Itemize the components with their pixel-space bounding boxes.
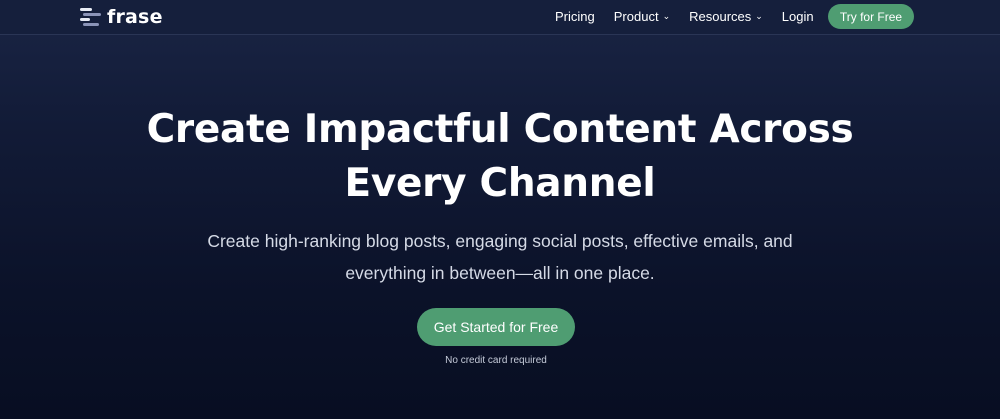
hero-subtitle-line-2: everything in between—all in one place. xyxy=(345,263,655,283)
try-for-free-button[interactable]: Try for Free xyxy=(828,4,914,29)
main-nav: Pricing Product ⌄ Resources ⌄ Login xyxy=(555,0,833,33)
hero-title-line-1: Create Impactful Content Across xyxy=(146,107,854,152)
hero-title-line-2: Every Channel xyxy=(344,161,656,206)
brand-name: frase xyxy=(107,6,163,28)
brand-logo[interactable]: frase xyxy=(80,6,163,28)
hero-subtitle-line-1: Create high-ranking blog posts, engaging… xyxy=(207,231,793,251)
nav-item-label: Product xyxy=(613,9,659,24)
nav-item-label: Login xyxy=(781,9,814,24)
nav-item-resources[interactable]: Resources ⌄ xyxy=(689,9,763,24)
nav-item-label: Resources xyxy=(689,9,752,24)
frase-logo-icon xyxy=(80,7,101,27)
top-navbar: frase Pricing Product ⌄ Resources ⌄ Logi… xyxy=(0,0,1000,35)
chevron-down-icon: ⌄ xyxy=(662,11,671,21)
hero-title: Create Impactful Content Across Every Ch… xyxy=(0,103,1000,211)
no-credit-card-note: No credit card required xyxy=(445,355,547,366)
nav-item-product[interactable]: Product ⌄ xyxy=(614,9,670,24)
chevron-down-icon: ⌄ xyxy=(755,11,763,21)
nav-item-pricing[interactable]: Pricing xyxy=(555,9,595,24)
nav-item-label: Pricing xyxy=(555,9,595,24)
get-started-button[interactable]: Get Started for Free xyxy=(417,308,575,346)
nav-item-login[interactable]: Login xyxy=(782,9,814,24)
hero-subtitle: Create high-ranking blog posts, engaging… xyxy=(0,225,1000,289)
